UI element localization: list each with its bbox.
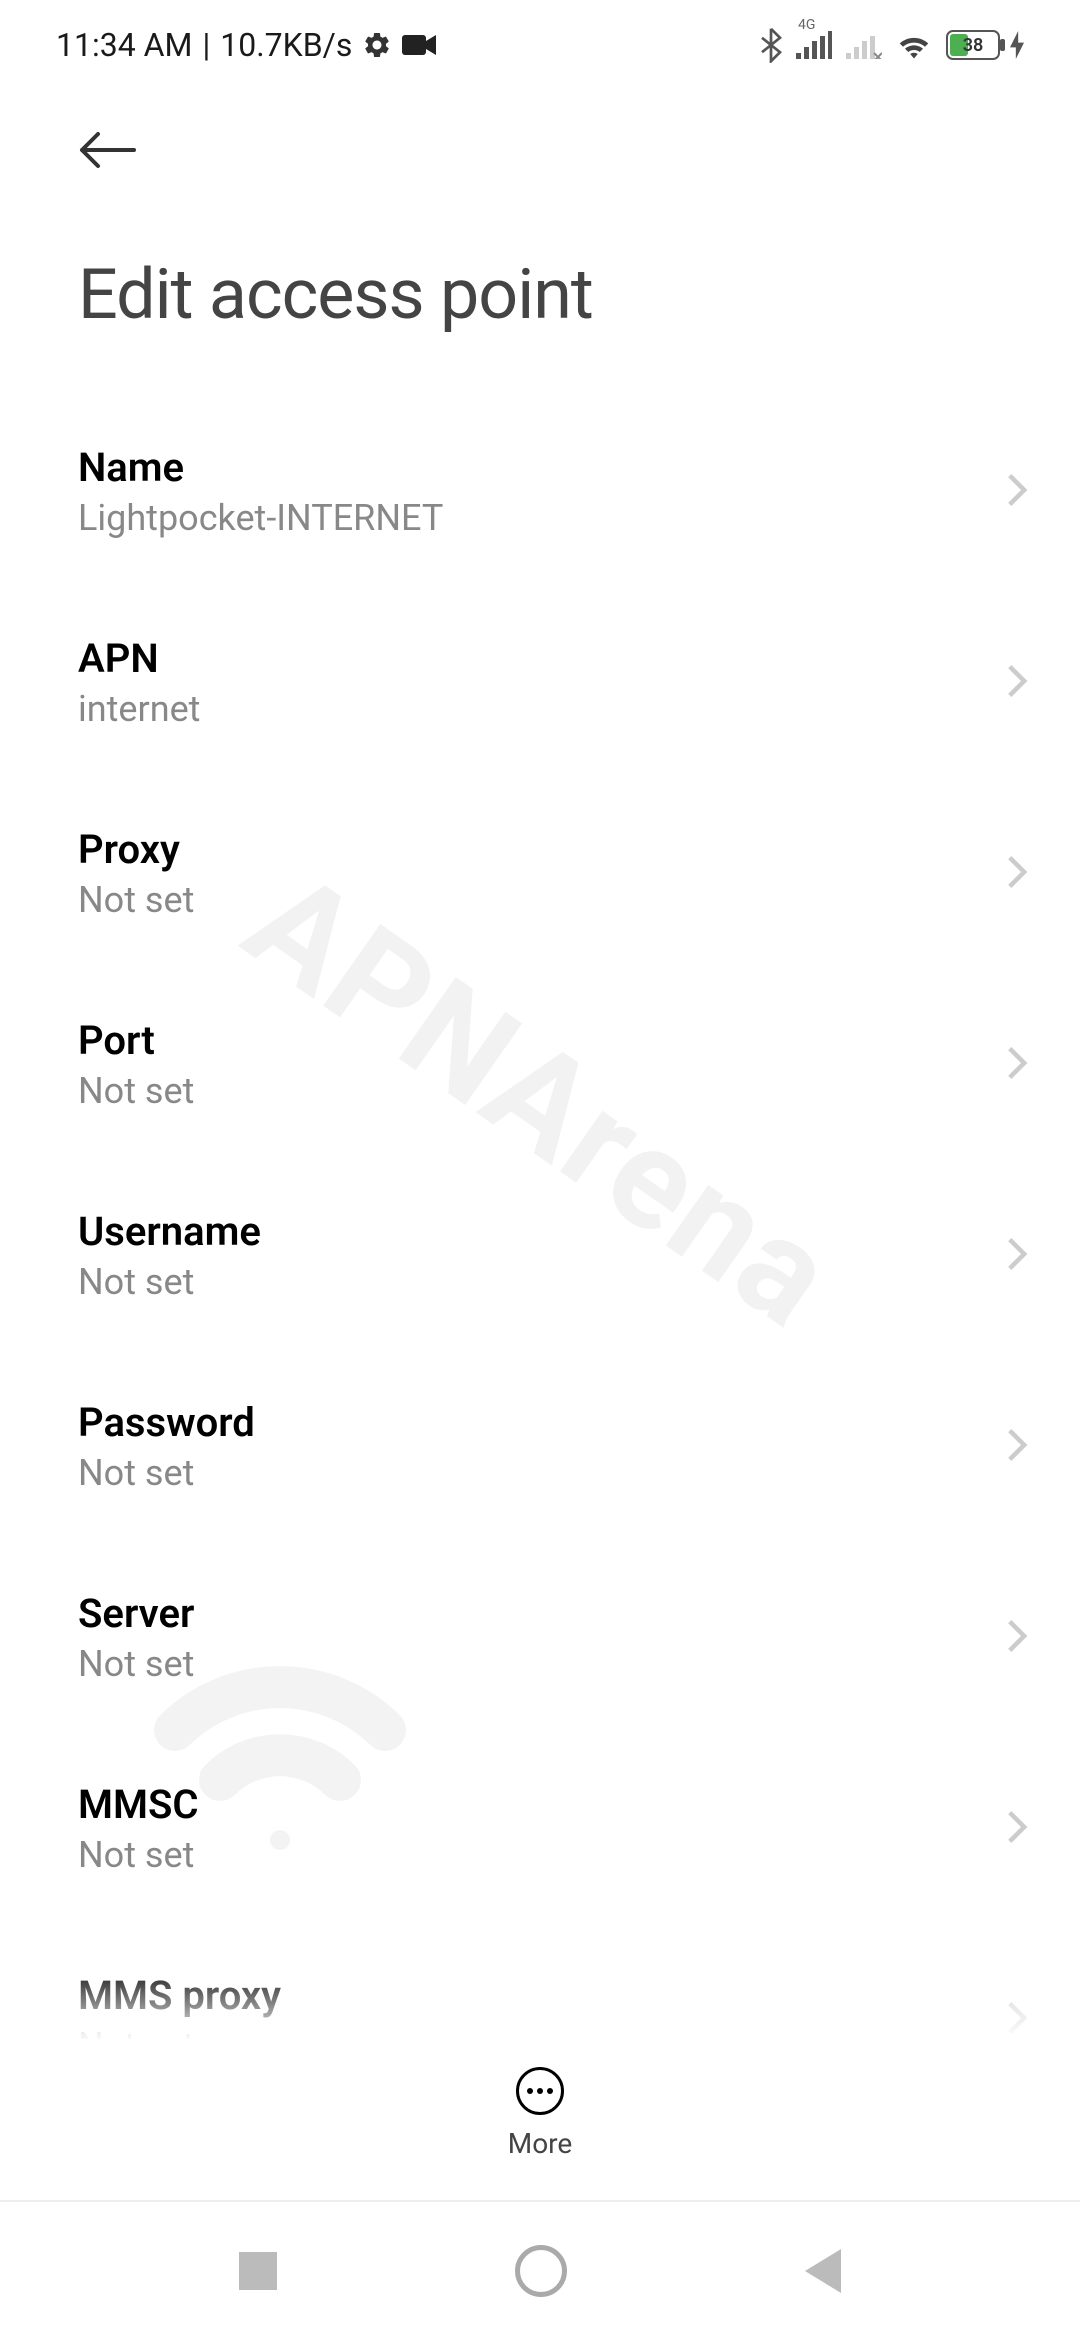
chevron-right-icon (1006, 854, 1028, 894)
navigation-bar (0, 2200, 1080, 2340)
setting-label: Name (78, 444, 443, 491)
chevron-right-icon (1006, 1236, 1028, 1276)
signal-nosim-icon (846, 31, 882, 59)
chevron-right-icon (1006, 1618, 1028, 1658)
setting-row-port[interactable]: Port Not set (78, 969, 1028, 1160)
chevron-right-icon (1006, 1427, 1028, 1467)
camera-icon (402, 33, 436, 57)
nav-recents-icon[interactable] (239, 2252, 277, 2290)
chevron-right-icon (1006, 1809, 1028, 1849)
status-time: 11:34 AM (56, 26, 192, 64)
signal-4g-icon: 4G (796, 31, 832, 59)
setting-row-name[interactable]: Name Lightpocket-INTERNET (78, 396, 1028, 587)
setting-row-server[interactable]: Server Not set (78, 1542, 1028, 1733)
status-right: 4G 38 (760, 27, 1024, 63)
more-button[interactable]: More (0, 2039, 1080, 2160)
setting-label: Password (78, 1399, 255, 1446)
status-left: 11:34 AM | 10.7KB/s (56, 26, 436, 64)
bluetooth-icon (760, 27, 782, 63)
setting-label: APN (78, 635, 200, 682)
settings-list: Name Lightpocket-INTERNET APN internet P… (0, 396, 1080, 2115)
setting-value: Not set (78, 1643, 194, 1685)
setting-label: Port (78, 1017, 194, 1064)
chevron-right-icon (1006, 472, 1028, 512)
setting-label: Username (78, 1208, 261, 1255)
setting-value: Not set (78, 1452, 255, 1494)
setting-value: Not set (78, 1834, 199, 1876)
setting-row-proxy[interactable]: Proxy Not set (78, 778, 1028, 969)
setting-row-password[interactable]: Password Not set (78, 1351, 1028, 1542)
setting-row-apn[interactable]: APN internet (78, 587, 1028, 778)
setting-value: internet (78, 688, 200, 730)
wifi-icon (896, 31, 932, 59)
more-icon (516, 2067, 564, 2115)
more-label: More (508, 2127, 573, 2160)
setting-row-mmsc[interactable]: MMSC Not set (78, 1733, 1028, 1924)
gear-icon (362, 30, 392, 60)
setting-value: Not set (78, 879, 194, 921)
status-speed: 10.7KB/s (220, 26, 352, 64)
page-title: Edit access point (0, 174, 1080, 396)
chevron-right-icon (1006, 2000, 1028, 2040)
setting-label: Proxy (78, 826, 194, 873)
setting-value: Not set (78, 1261, 261, 1303)
setting-value: Lightpocket-INTERNET (78, 497, 443, 539)
setting-label: Server (78, 1590, 194, 1637)
svg-text:38: 38 (963, 35, 984, 56)
battery-icon: 38 (946, 30, 1024, 60)
back-button[interactable] (0, 90, 1080, 174)
setting-value: Not set (78, 1070, 194, 1112)
chevron-right-icon (1006, 1045, 1028, 1085)
setting-label: MMSC (78, 1781, 199, 1828)
setting-row-username[interactable]: Username Not set (78, 1160, 1028, 1351)
status-bar: 11:34 AM | 10.7KB/s 4G 38 (0, 0, 1080, 90)
nav-home-icon[interactable] (515, 2245, 567, 2297)
setting-label: MMS proxy (78, 1972, 281, 2019)
nav-back-icon[interactable] (805, 2249, 841, 2293)
chevron-right-icon (1006, 663, 1028, 703)
status-separator: | (202, 26, 210, 64)
